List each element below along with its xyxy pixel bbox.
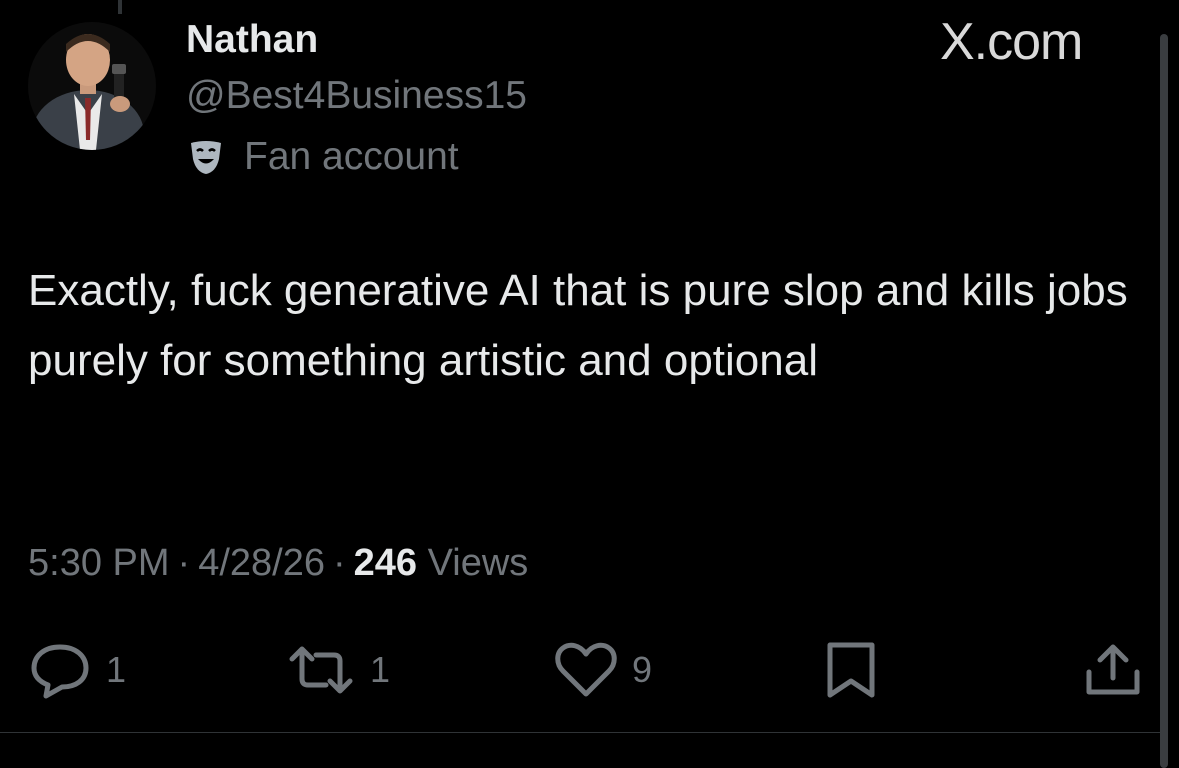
meta-separator: · bbox=[332, 542, 346, 584]
scrollbar[interactable] bbox=[1160, 34, 1168, 768]
like-count: 9 bbox=[632, 649, 653, 690]
avatar[interactable] bbox=[28, 22, 156, 150]
share-icon bbox=[1086, 644, 1140, 695]
avatar-photo bbox=[28, 22, 156, 150]
thread-line bbox=[118, 0, 122, 14]
share-button[interactable] bbox=[1084, 640, 1142, 700]
repost-count: 1 bbox=[370, 649, 391, 690]
heart-icon bbox=[555, 642, 617, 697]
meta-separator: · bbox=[177, 542, 191, 584]
tweet-text: Exactly, fuck generative AI that is pure… bbox=[28, 266, 1128, 385]
views-label: Views bbox=[427, 542, 529, 584]
bookmark-button[interactable] bbox=[824, 640, 878, 700]
tweet-date[interactable]: 4/28/26 bbox=[198, 542, 325, 584]
repost-icon bbox=[289, 646, 353, 694]
views-count: 246 bbox=[353, 542, 418, 584]
affiliation-label-text: Fan account bbox=[244, 135, 459, 178]
tweet-meta: 5:30 PM · 4/28/26 · 246 Views bbox=[28, 542, 528, 585]
author-handle[interactable]: @Best4Business15 bbox=[186, 74, 527, 118]
x-com-watermark: X.com bbox=[940, 13, 1083, 71]
bookmark-icon bbox=[827, 642, 875, 698]
author-display-name[interactable]: Nathan bbox=[186, 18, 318, 62]
divider bbox=[0, 732, 1160, 733]
tweet-time[interactable]: 5:30 PM bbox=[28, 542, 170, 584]
like-button[interactable]: 9 bbox=[554, 640, 652, 700]
reply-icon bbox=[31, 644, 89, 699]
reply-count: 1 bbox=[106, 649, 127, 690]
theater-mask-icon bbox=[186, 137, 226, 177]
reply-button[interactable]: 1 bbox=[28, 640, 126, 700]
affiliation-label: Fan account bbox=[186, 134, 459, 180]
repost-button[interactable]: 1 bbox=[286, 640, 390, 700]
